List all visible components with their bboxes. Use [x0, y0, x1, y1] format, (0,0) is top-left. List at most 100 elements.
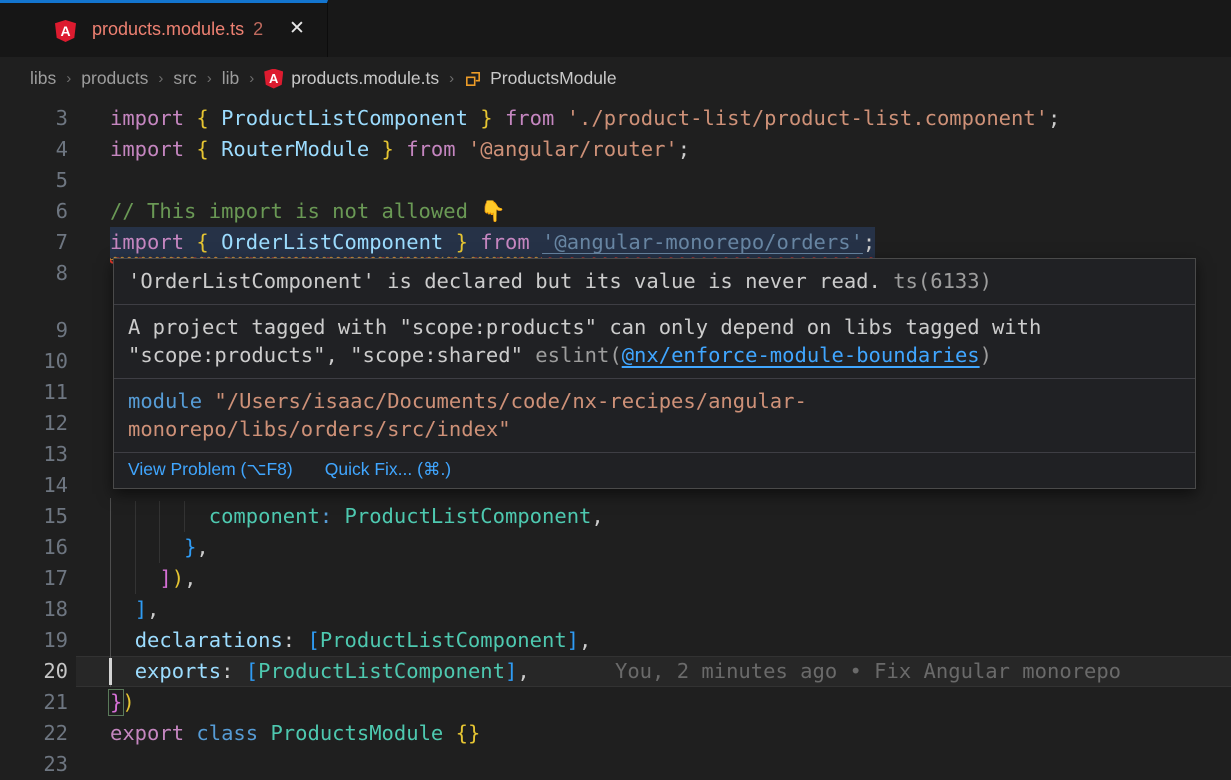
line-number[interactable]: 5 — [0, 165, 68, 196]
code-line-4[interactable]: 4import { RouterModule } from '@angular/… — [0, 134, 1231, 165]
code-text: exports: [ProductListComponent], — [110, 656, 530, 687]
code-token — [110, 566, 159, 590]
code-token: { — [196, 106, 221, 130]
hover-section-module-path: module "/Users/isaac/Documents/code/nx-r… — [114, 379, 1195, 453]
hover-section-diagnostic-ts: 'OrderListComponent' is declared but its… — [114, 259, 1195, 305]
line-number[interactable]: 8 — [0, 258, 68, 289]
code-token: } — [184, 535, 196, 559]
hover-token: A project tagged with "scope:products" c… — [128, 315, 1041, 339]
line-number[interactable]: 16 — [0, 532, 68, 563]
code-line-21[interactable]: 21}) — [0, 687, 1231, 718]
line-number[interactable]: 9 — [0, 315, 68, 346]
breadcrumb-separator-icon: › — [449, 70, 454, 87]
code-token: , — [579, 628, 591, 652]
breadcrumb: libs›products›src›lib›Aproducts.module.t… — [0, 57, 1231, 100]
code-token — [332, 504, 344, 528]
hover-token: monorepo/libs/orders/src/index" — [128, 417, 511, 441]
line-number[interactable]: 20 — [0, 656, 68, 687]
code-token: import — [110, 106, 196, 130]
code-token: } — [443, 230, 468, 254]
angular-icon: A — [264, 69, 283, 89]
code-line-20[interactable]: 20 exports: [ProductListComponent], You, … — [0, 656, 1231, 687]
code-token — [110, 504, 209, 528]
bracket-match-box — [108, 689, 124, 716]
tab-title: products.module.ts2 — [92, 19, 263, 40]
code-token: OrderListComponent — [221, 230, 443, 254]
code-line-16[interactable]: 16 }, — [0, 532, 1231, 563]
view-problem-link[interactable]: View Problem (⌥F8) — [128, 459, 293, 480]
editor[interactable]: 3 import { ProductListComponent } from '.… — [0, 100, 1231, 780]
line-number[interactable]: 15 — [0, 501, 68, 532]
breadcrumb-item-libs[interactable]: libs — [30, 68, 56, 89]
close-icon[interactable]: ✕ — [289, 17, 305, 40]
breadcrumb-separator-icon: › — [158, 70, 163, 87]
line-number[interactable]: 17 — [0, 563, 68, 594]
code-line-23[interactable]: 23 — [0, 749, 1231, 780]
code-text: import { ProductListComponent } from './… — [110, 103, 1060, 134]
code-line-18[interactable]: 18 ], — [0, 594, 1231, 625]
code-line-22[interactable]: 22 export class ProductsModule {} — [0, 718, 1231, 749]
line-number[interactable]: 6 — [0, 196, 68, 227]
breadcrumb-symbol-label: ProductsModule — [490, 68, 616, 89]
breadcrumb-item-file[interactable]: Aproducts.module.ts — [264, 68, 439, 89]
code-token: ] — [159, 566, 171, 590]
line-number[interactable]: 21 — [0, 687, 68, 718]
eslint-rule-link[interactable]: @nx/enforce-module-boundaries — [622, 343, 980, 367]
breadcrumb-item-symbol[interactable]: ProductsModule — [464, 68, 616, 89]
code-line-7[interactable]: 7 import { OrderListComponent } from '@an… — [0, 227, 1231, 258]
code-token: : — [283, 628, 308, 652]
code-segment: import { OrderListComponent } from — [110, 230, 542, 254]
tab-products-module[interactable]: A products.module.ts2 ✕ — [0, 0, 328, 57]
code-line-19[interactable]: 19 declarations: [ProductListComponent], — [0, 625, 1231, 656]
code-text: declarations: [ProductListComponent], — [110, 625, 591, 656]
hover-line: monorepo/libs/orders/src/index" — [128, 415, 1181, 444]
code-token — [443, 721, 455, 745]
code-line-6[interactable]: 6// This import is not allowed 👇 — [0, 196, 1231, 227]
line-number[interactable]: 23 — [0, 749, 68, 780]
code-token — [110, 597, 135, 621]
hover-token: ) — [980, 343, 992, 367]
line-number[interactable]: 12 — [0, 408, 68, 439]
line-number[interactable]: 19 — [0, 625, 68, 656]
git-blame-annotation: You, 2 minutes ago • Fix Angular monorep… — [615, 656, 1121, 687]
code-token: : — [221, 659, 246, 683]
code-token: ProductListComponent — [320, 628, 567, 652]
code-line-3[interactable]: 3 import { ProductListComponent } from '.… — [0, 103, 1231, 134]
code-token: : — [320, 504, 332, 528]
code-text: export class ProductsModule {} — [110, 718, 480, 749]
breadcrumb-item-src[interactable]: src — [173, 68, 196, 89]
code-token: [ — [246, 659, 258, 683]
breadcrumb-file-label: products.module.ts — [291, 68, 439, 89]
code-line-17[interactable]: 17 ]), — [0, 563, 1231, 594]
code-text: ], — [110, 594, 159, 625]
tab-bar: A products.module.ts2 ✕ — [0, 0, 1231, 57]
tab-error-badge: 2 — [253, 19, 263, 39]
breadcrumb-separator-icon: › — [249, 70, 254, 87]
line-number[interactable]: 11 — [0, 377, 68, 408]
breadcrumb-item-lib[interactable]: lib — [222, 68, 240, 89]
line-number[interactable]: 13 — [0, 439, 68, 470]
hover-token: "scope:products", "scope:shared" — [128, 343, 535, 367]
code-token: ProductListComponent — [345, 504, 592, 528]
line-number[interactable]: 14 — [0, 470, 68, 501]
class-symbol-icon — [464, 70, 482, 88]
code-token: class — [196, 721, 270, 745]
code-token: } — [369, 137, 394, 161]
line-number[interactable]: 4 — [0, 134, 68, 165]
code-line-15[interactable]: 15 component: ProductListComponent, — [0, 501, 1231, 532]
line-number[interactable]: 3 — [0, 103, 68, 134]
line-number[interactable]: 22 — [0, 718, 68, 749]
breadcrumb-item-products[interactable]: products — [81, 68, 148, 89]
code-token: , — [196, 535, 208, 559]
code-token: { — [196, 137, 221, 161]
line-number[interactable]: 7 — [0, 227, 68, 258]
code-token: '@angular/router' — [468, 137, 678, 161]
code-text: import { OrderListComponent } from '@ang… — [110, 227, 875, 258]
code-token: from — [394, 137, 468, 161]
code-text: }, — [110, 532, 209, 563]
line-number[interactable]: 18 — [0, 594, 68, 625]
code-token — [110, 659, 135, 683]
quick-fix-link[interactable]: Quick Fix... (⌘.) — [325, 459, 451, 480]
line-number[interactable]: 10 — [0, 346, 68, 377]
code-line-5[interactable]: 5 — [0, 165, 1231, 196]
